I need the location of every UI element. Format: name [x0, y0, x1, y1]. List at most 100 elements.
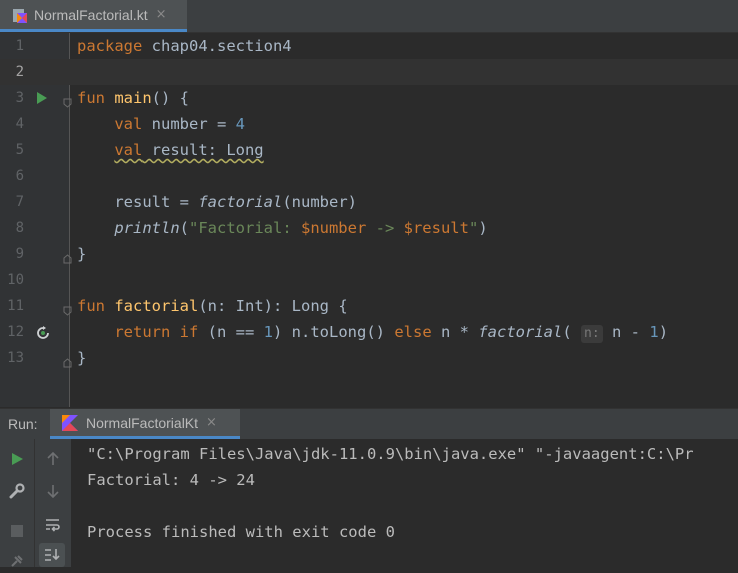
line-number: 11 [7, 298, 24, 314]
close-icon[interactable]: × [156, 7, 167, 22]
fold-icon[interactable] [63, 301, 72, 316]
code-line: 1 package chap04.section4 [0, 33, 738, 59]
code-text: (n: Int): Long { [198, 297, 348, 315]
code-line: 9 } [0, 241, 738, 267]
soft-wrap-icon[interactable] [41, 513, 65, 537]
down-arrow-icon[interactable] [41, 479, 65, 503]
keyword: fun [77, 89, 105, 107]
string-literal: " [468, 219, 479, 237]
code-line: 10 [0, 267, 738, 293]
code-line: 6 [0, 163, 738, 189]
code-text: (number) [282, 193, 357, 211]
line-number: 8 [15, 220, 24, 236]
paren: ) [478, 219, 488, 237]
up-arrow-icon[interactable] [41, 447, 65, 471]
code-text: number = [142, 115, 236, 133]
fold-icon[interactable] [63, 249, 72, 264]
run-toolbar-left [0, 439, 34, 567]
kotlin-run-icon [62, 414, 78, 431]
console-line: Factorial: 4 -> 24 [87, 471, 255, 489]
code-text: result: Long [142, 141, 264, 159]
code-text: } [77, 245, 87, 263]
line-number: 5 [15, 142, 24, 158]
close-icon[interactable]: × [206, 415, 217, 430]
line-number: 6 [15, 168, 24, 184]
line-number: 13 [7, 350, 24, 366]
function-call: factorial [478, 323, 563, 341]
function-call: println [114, 219, 180, 237]
line-number: 7 [15, 194, 24, 210]
number-literal: 1 [263, 323, 274, 341]
keyword: else [394, 323, 432, 341]
code-text: n * [431, 323, 479, 341]
line-number: 10 [7, 272, 24, 288]
code-text: n - [602, 323, 650, 341]
fold-icon[interactable] [63, 93, 72, 108]
run-toolbar-right [34, 439, 71, 567]
code-text: () { [151, 89, 189, 107]
code-text: } [77, 349, 87, 367]
number-literal: 1 [649, 323, 659, 341]
run-gutter-icon[interactable] [37, 92, 47, 104]
run-label: Run: [8, 416, 38, 432]
keyword: val [114, 141, 143, 159]
code-line: 13 } [0, 345, 738, 371]
pin-icon[interactable] [5, 549, 29, 573]
code-editor[interactable]: 1 package chap04.section4 2 3 fun main()… [0, 33, 738, 407]
keyword: if [179, 323, 199, 341]
function-call: factorial [198, 193, 283, 211]
kotlin-file-icon [12, 7, 28, 23]
string-literal: -> [366, 219, 404, 237]
package-name: chap04.section4 [142, 37, 292, 55]
code-text: ( [562, 323, 582, 341]
line-number: 3 [15, 90, 24, 106]
editor-tab-bar: NormalFactorial.kt × [0, 0, 738, 33]
code-text: ) n.toLong() [273, 323, 395, 341]
string-literal: "Factorial: [189, 219, 301, 237]
number-literal: 4 [235, 115, 245, 133]
line-number: 2 [15, 64, 24, 80]
template-var: $number [300, 219, 367, 237]
code-line: 12 return if (n == 1) n.toLong() else n … [0, 319, 738, 345]
paren: ( [179, 219, 189, 237]
keyword: fun [77, 297, 105, 315]
line-number: 4 [15, 116, 24, 132]
code-line: 7 result = factorial(number) [0, 189, 738, 215]
console-line: Process finished with exit code 0 [87, 523, 395, 541]
line-number: 12 [7, 324, 24, 340]
run-tab-label: NormalFactorialKt [86, 414, 199, 431]
function-name: factorial [114, 297, 199, 315]
code-line: 8 println("Factorial: $number -> $result… [0, 215, 738, 241]
keyword: return [114, 323, 171, 341]
rerun-icon[interactable] [5, 447, 29, 471]
run-tab-normalfactorialkt[interactable]: NormalFactorialKt × [50, 409, 240, 439]
editor-tab-normalfactorial[interactable]: NormalFactorial.kt × [0, 0, 187, 32]
function-name: main [114, 89, 152, 107]
code-text: ) [658, 323, 669, 341]
code-text: (n == [198, 323, 264, 341]
scroll-to-end-icon[interactable] [39, 543, 65, 567]
fold-icon[interactable] [63, 353, 72, 368]
wrench-icon[interactable] [5, 479, 29, 503]
keyword: package [77, 37, 143, 55]
parameter-hint: n: [581, 325, 603, 343]
stop-icon[interactable] [5, 519, 29, 543]
code-line: 11 fun factorial(n: Int): Long { [0, 293, 738, 319]
code-line: 3 fun main() { [0, 85, 738, 111]
keyword: val [114, 115, 143, 133]
run-toolwindow-header: Run: NormalFactorialKt × [0, 408, 738, 439]
line-number: 9 [15, 246, 24, 262]
console-line: "C:\Program Files\Java\jdk-11.0.9\bin\ja… [87, 445, 694, 463]
editor-tab-label: NormalFactorial.kt [34, 6, 148, 23]
code-line: 5 val result: Long [0, 137, 738, 163]
code-line-current: 2 [0, 59, 738, 85]
code-text: result = [114, 193, 199, 211]
run-console[interactable]: "C:\Program Files\Java\jdk-11.0.9\bin\ja… [0, 439, 738, 567]
